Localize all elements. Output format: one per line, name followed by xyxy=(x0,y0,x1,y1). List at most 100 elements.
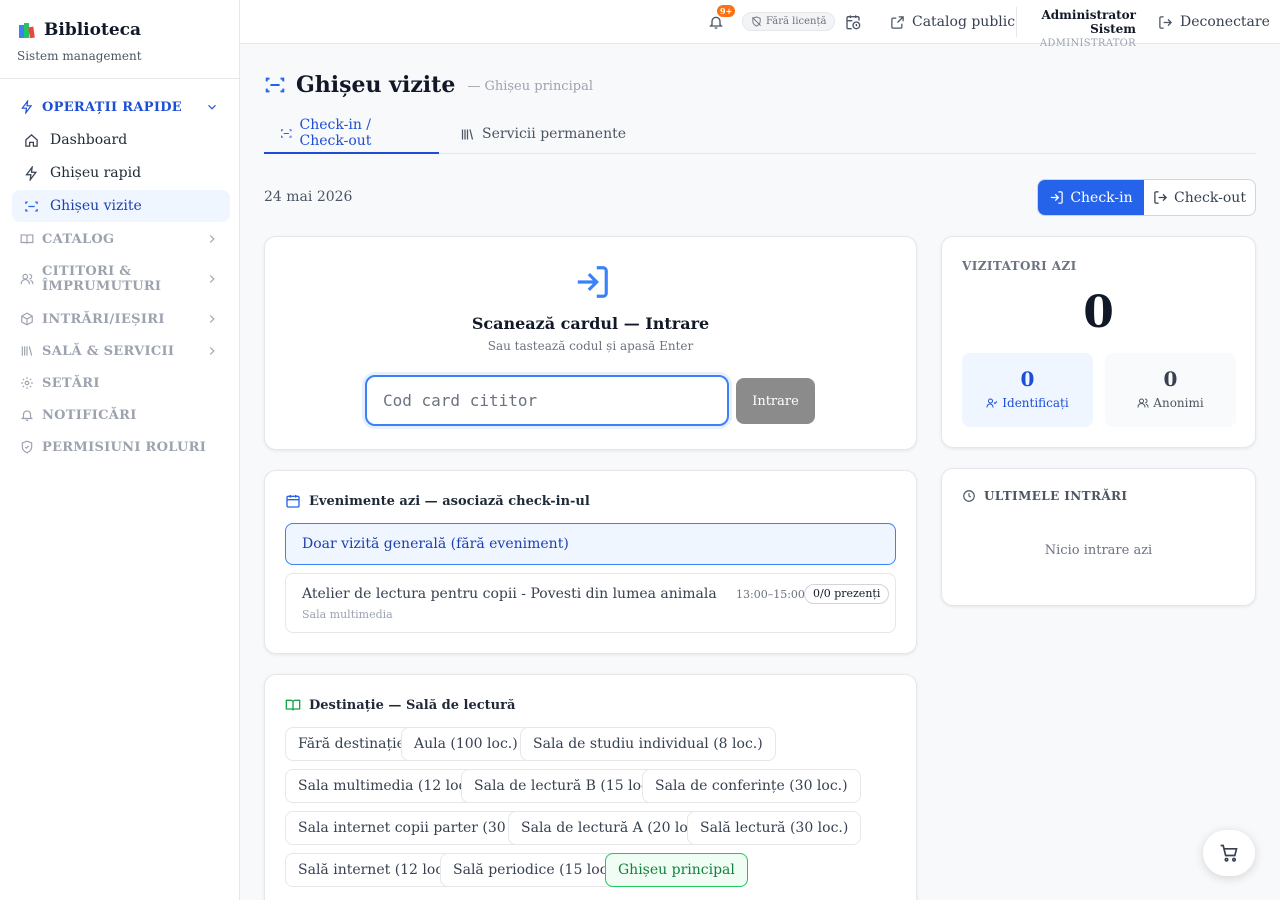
nav-group-cititori[interactable]: CITITORI & ÎMPRUMUTURI xyxy=(0,255,239,303)
destination-chip[interactable]: Sală lectură (30 loc.) xyxy=(687,811,862,845)
check-in-button[interactable]: Check-in xyxy=(1038,180,1144,215)
bell-icon xyxy=(20,410,34,421)
visitors-total: 0 xyxy=(1083,287,1114,338)
destination-chip[interactable]: Sala de studiu individual (8 loc.) xyxy=(520,727,776,761)
logout-icon xyxy=(1154,191,1168,204)
chevron-right-icon xyxy=(209,275,215,283)
topbar: 9+ Fără licență Catalog public Administr… xyxy=(240,0,1280,49)
destination-title: Destinație — Sală de lectură xyxy=(309,697,516,713)
bolt-icon xyxy=(21,100,33,114)
cart-button[interactable] xyxy=(1203,830,1255,876)
sidebar-nav: OPERAȚII RAPIDE Dashboard Ghișeu rapid G… xyxy=(0,79,239,463)
user-name: Administrator Sistem xyxy=(1041,8,1136,36)
catalog-public-link[interactable]: Catalog public xyxy=(890,0,1015,44)
page-header: Ghișeu vizite — Ghișeu principal xyxy=(264,72,593,98)
anonymous-stat: 0 Anonimi xyxy=(1105,353,1236,427)
anonymous-label: Anonimi xyxy=(1153,396,1204,410)
events-header: Evenimente azi — asociază check-in-ul xyxy=(285,493,590,509)
nav-group-quick-operations[interactable]: OPERAȚII RAPIDE xyxy=(0,91,239,123)
schedule-button[interactable] xyxy=(845,0,861,44)
event-title: Atelier de lectura pentru copii - Povest… xyxy=(302,586,717,602)
scan-icon xyxy=(25,201,38,211)
event-option[interactable]: Atelier de lectura pentru copii - Povest… xyxy=(285,573,896,633)
intrare-button[interactable]: Intrare xyxy=(736,378,815,424)
destination-chip-selected[interactable]: Ghișeu principal xyxy=(605,853,748,887)
visitors-today-card: VIZITATORI AZI 0 0 Identificați 0 Anonim… xyxy=(941,236,1256,448)
book-open-icon xyxy=(285,699,301,711)
identified-label: Identificați xyxy=(1002,396,1069,410)
tab-label: Servicii permanente xyxy=(482,126,626,142)
nav-group-label: CATALOG xyxy=(42,231,115,247)
login-icon xyxy=(1051,191,1064,204)
last-entries-title: ULTIMELE INTRĂRI xyxy=(984,489,1128,503)
package-icon xyxy=(21,312,33,326)
nav-group-label: PERMISIUNI ROLURI xyxy=(42,439,207,455)
check-out-button[interactable]: Check-out xyxy=(1144,180,1255,215)
destination-chip[interactable]: Sala de lectură B (15 loc.) xyxy=(461,769,672,803)
book-open-icon xyxy=(20,234,34,244)
nav-group-permisiuni[interactable]: PERMISIUNI ROLURI xyxy=(0,431,239,463)
nav-group-label: NOTIFICĂRI xyxy=(42,407,137,423)
card-code-input[interactable] xyxy=(365,375,729,426)
tab-check-in-out[interactable]: Check-in / Check-out xyxy=(264,114,439,154)
page-subtitle: — Ghișeu principal xyxy=(467,78,593,94)
nav-group-setari[interactable]: SETĂRI xyxy=(0,367,239,399)
destination-header: Destinație — Sală de lectură xyxy=(285,697,515,713)
bolt-icon xyxy=(25,165,38,181)
catalog-public-label: Catalog public xyxy=(912,14,1016,30)
destination-chip[interactable]: Fără destinație xyxy=(285,727,418,761)
events-card: Evenimente azi — asociază check-in-ul Do… xyxy=(264,470,917,654)
destination-chip[interactable]: Sală internet (12 loc.) xyxy=(285,853,467,887)
tabs: Check-in / Check-out Servicii permanente xyxy=(264,114,1256,154)
destination-chip[interactable]: Sala de conferințe (30 loc.) xyxy=(642,769,861,803)
event-time: 13:00–15:00 xyxy=(736,588,805,601)
sidebar-item-label: Dashboard xyxy=(50,132,128,148)
clock-icon xyxy=(963,490,975,502)
scan-hint: Sau tastează codul și apasă Enter xyxy=(487,339,694,353)
logout-button[interactable]: Deconectare xyxy=(1158,0,1270,44)
shield-off-icon xyxy=(752,16,761,27)
external-link-icon xyxy=(891,15,904,29)
identified-stat: 0 Identificați xyxy=(962,353,1093,427)
destination-chip[interactable]: Sală periodice (15 loc.) xyxy=(440,853,631,887)
notifications-button[interactable]: 9+ xyxy=(708,0,736,44)
scan-icon xyxy=(281,128,292,138)
chevron-down-icon xyxy=(208,104,216,110)
anonymous-count: 0 xyxy=(1163,367,1178,391)
nav-group-notificari[interactable]: NOTIFICĂRI xyxy=(0,399,239,431)
license-label: Fără licență xyxy=(766,16,827,27)
nav-group-intrari-iesiri[interactable]: INTRĂRI/IEȘIRI xyxy=(0,303,239,335)
events-title: Evenimente azi — asociază check-in-ul xyxy=(309,493,590,509)
last-entries-header: ULTIMELE INTRĂRI xyxy=(962,489,1127,503)
calendar-icon xyxy=(286,495,300,508)
shield-check-icon xyxy=(21,440,33,454)
brand: Biblioteca Sistem management xyxy=(0,0,239,79)
sidebar-item-ghiseu-vizite[interactable]: Ghișeu vizite xyxy=(12,190,230,222)
chevron-right-icon xyxy=(209,235,215,243)
tab-servicii-permanente[interactable]: Servicii permanente xyxy=(444,114,642,154)
logout-label: Deconectare xyxy=(1180,14,1270,30)
scan-icon xyxy=(265,77,285,93)
nav-group-label: CITITORI & ÎMPRUMUTURI xyxy=(42,264,162,294)
nav-group-sala-servicii[interactable]: SALĂ & SERVICII xyxy=(0,335,239,367)
destination-chip[interactable]: Sala multimedia (12 loc.) xyxy=(285,769,490,803)
visitors-label: VIZITATORI AZI xyxy=(962,259,1077,273)
last-entries-card: ULTIMELE INTRĂRI Nicio intrare azi xyxy=(941,468,1256,606)
general-visit-option[interactable]: Doar vizită generală (fără eveniment) xyxy=(285,523,896,565)
sidebar-item-ghiseu-rapid[interactable]: Ghișeu rapid xyxy=(12,157,230,189)
nav-group-label: SALĂ & SERVICII xyxy=(42,343,175,359)
sidebar-item-label: Ghișeu rapid xyxy=(50,165,142,181)
library-icon xyxy=(21,346,33,356)
users-icon xyxy=(1137,398,1149,408)
scan-title: Scanează cardul — Intrare xyxy=(471,314,710,333)
destination-chip[interactable]: Aula (100 loc.) xyxy=(401,727,531,761)
event-room: Sala multimedia xyxy=(302,608,393,621)
books-logo-icon xyxy=(18,21,36,39)
user-info: Administrator Sistem ADMINISTRATOR xyxy=(1025,8,1136,49)
nav-group-label: SETĂRI xyxy=(42,375,100,391)
sidebar: Biblioteca Sistem management OPERAȚII RA… xyxy=(0,0,240,900)
nav-group-catalog[interactable]: CATALOG xyxy=(0,223,239,255)
sidebar-item-dashboard[interactable]: Dashboard xyxy=(12,124,230,156)
app-title: Biblioteca xyxy=(44,20,142,40)
nav-group-label: OPERAȚII RAPIDE xyxy=(42,99,182,115)
